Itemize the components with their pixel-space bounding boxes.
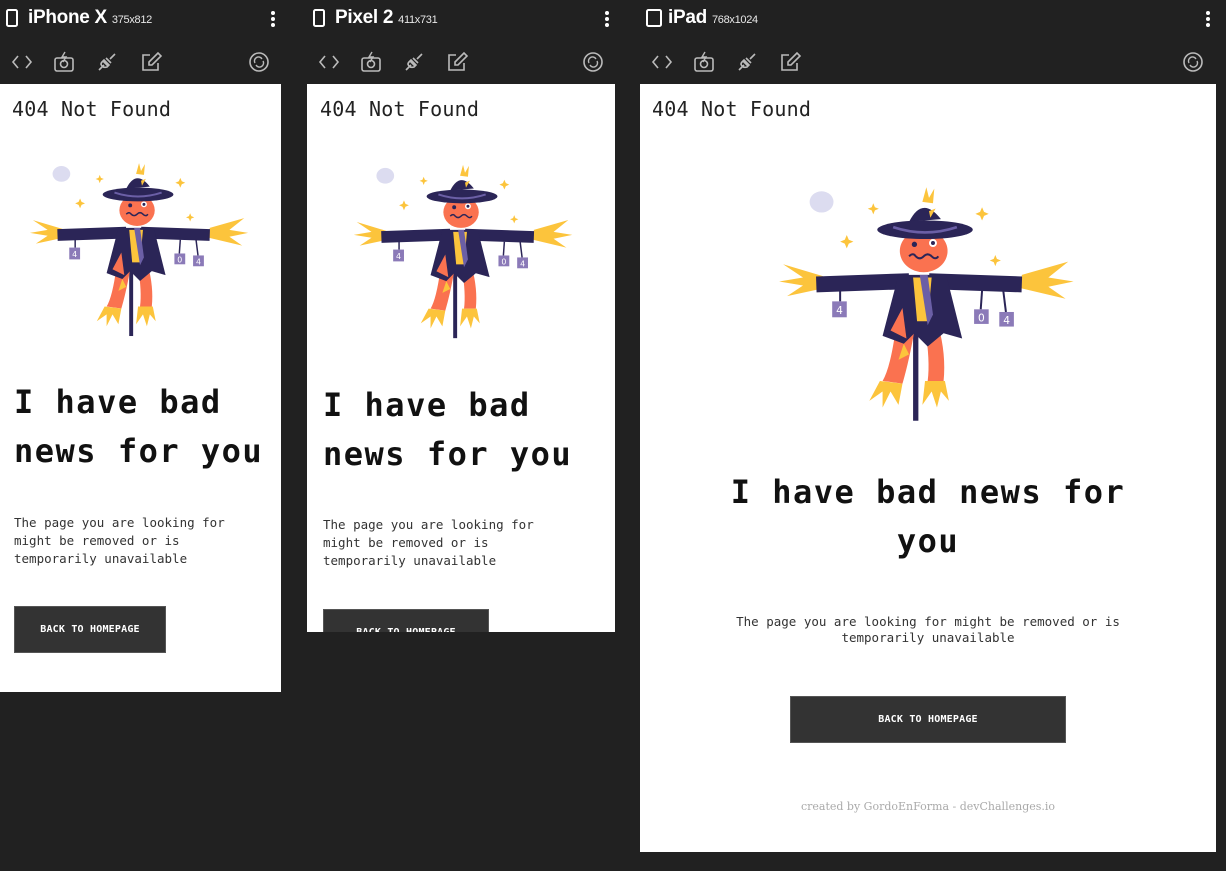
error-message: The page you are looking for might be re… bbox=[323, 517, 534, 568]
back-to-homepage-button[interactable]: BACK TO HOMEPAGE bbox=[323, 609, 489, 632]
error-message: The page you are looking for might be re… bbox=[14, 515, 225, 566]
device-name: iPhone X 375x812 bbox=[28, 7, 152, 28]
plug-icon[interactable] bbox=[95, 50, 119, 74]
plug-icon[interactable] bbox=[402, 50, 426, 74]
phone-icon bbox=[6, 9, 18, 27]
scarecrow-illustration bbox=[724, 182, 1134, 434]
rotate-icon[interactable] bbox=[1181, 50, 1205, 74]
device-header: Pixel 2 411x731 bbox=[307, 0, 627, 38]
camera-icon[interactable] bbox=[692, 50, 716, 74]
more-options-icon[interactable] bbox=[268, 9, 278, 29]
device-size: 411x731 bbox=[398, 14, 438, 26]
plug-icon[interactable] bbox=[735, 50, 759, 74]
code-icon[interactable] bbox=[10, 50, 34, 74]
code-icon[interactable] bbox=[317, 50, 341, 74]
device-screen: 404 Not Found I have bad news for you Th… bbox=[640, 84, 1216, 852]
device-size: 375x812 bbox=[111, 14, 152, 26]
scarecrow-illustration bbox=[340, 161, 590, 348]
error-heading: I have bad news for you bbox=[323, 386, 573, 473]
page-title: 404 Not Found bbox=[12, 97, 172, 121]
device-name: iPad 768x1024 bbox=[668, 7, 758, 28]
rotate-icon[interactable] bbox=[581, 50, 605, 74]
device-toolbar bbox=[640, 44, 1226, 80]
page-title: 404 Not Found bbox=[652, 97, 812, 121]
code-icon[interactable] bbox=[650, 50, 674, 74]
error-heading: I have bad news for you bbox=[14, 383, 264, 470]
camera-icon[interactable] bbox=[52, 50, 76, 74]
device-name: Pixel 2 411x731 bbox=[335, 7, 438, 28]
credits-footer: created by GordoEnForma - devChallenges.… bbox=[800, 800, 1056, 813]
scarecrow-illustration bbox=[28, 159, 254, 346]
edit-icon[interactable] bbox=[445, 50, 469, 74]
page-title: 404 Not Found bbox=[320, 97, 480, 121]
error-message: The page you are looking for might be re… bbox=[736, 614, 1120, 645]
device-screen: 404 Not Found I have bad news for you Th… bbox=[0, 84, 281, 692]
device-header: iPhone X 375x812 bbox=[0, 0, 298, 38]
device-toolbar bbox=[0, 44, 298, 80]
tablet-icon bbox=[646, 9, 662, 27]
more-options-icon[interactable] bbox=[1203, 9, 1213, 29]
back-to-homepage-button[interactable]: BACK TO HOMEPAGE bbox=[14, 606, 166, 653]
camera-icon[interactable] bbox=[359, 50, 383, 74]
back-to-homepage-button[interactable]: BACK TO HOMEPAGE bbox=[790, 696, 1066, 743]
device-size: 768x1024 bbox=[711, 14, 758, 26]
more-options-icon[interactable] bbox=[602, 9, 612, 29]
error-heading: I have bad news for you bbox=[730, 473, 1126, 560]
device-header: iPad 768x1024 bbox=[640, 0, 1226, 38]
device-screen: 404 Not Found I have bad news for you Th… bbox=[307, 84, 615, 632]
rotate-icon[interactable] bbox=[247, 50, 271, 74]
edit-icon[interactable] bbox=[778, 50, 802, 74]
edit-icon[interactable] bbox=[139, 50, 163, 74]
phone-icon bbox=[313, 9, 325, 27]
device-toolbar bbox=[307, 44, 627, 80]
